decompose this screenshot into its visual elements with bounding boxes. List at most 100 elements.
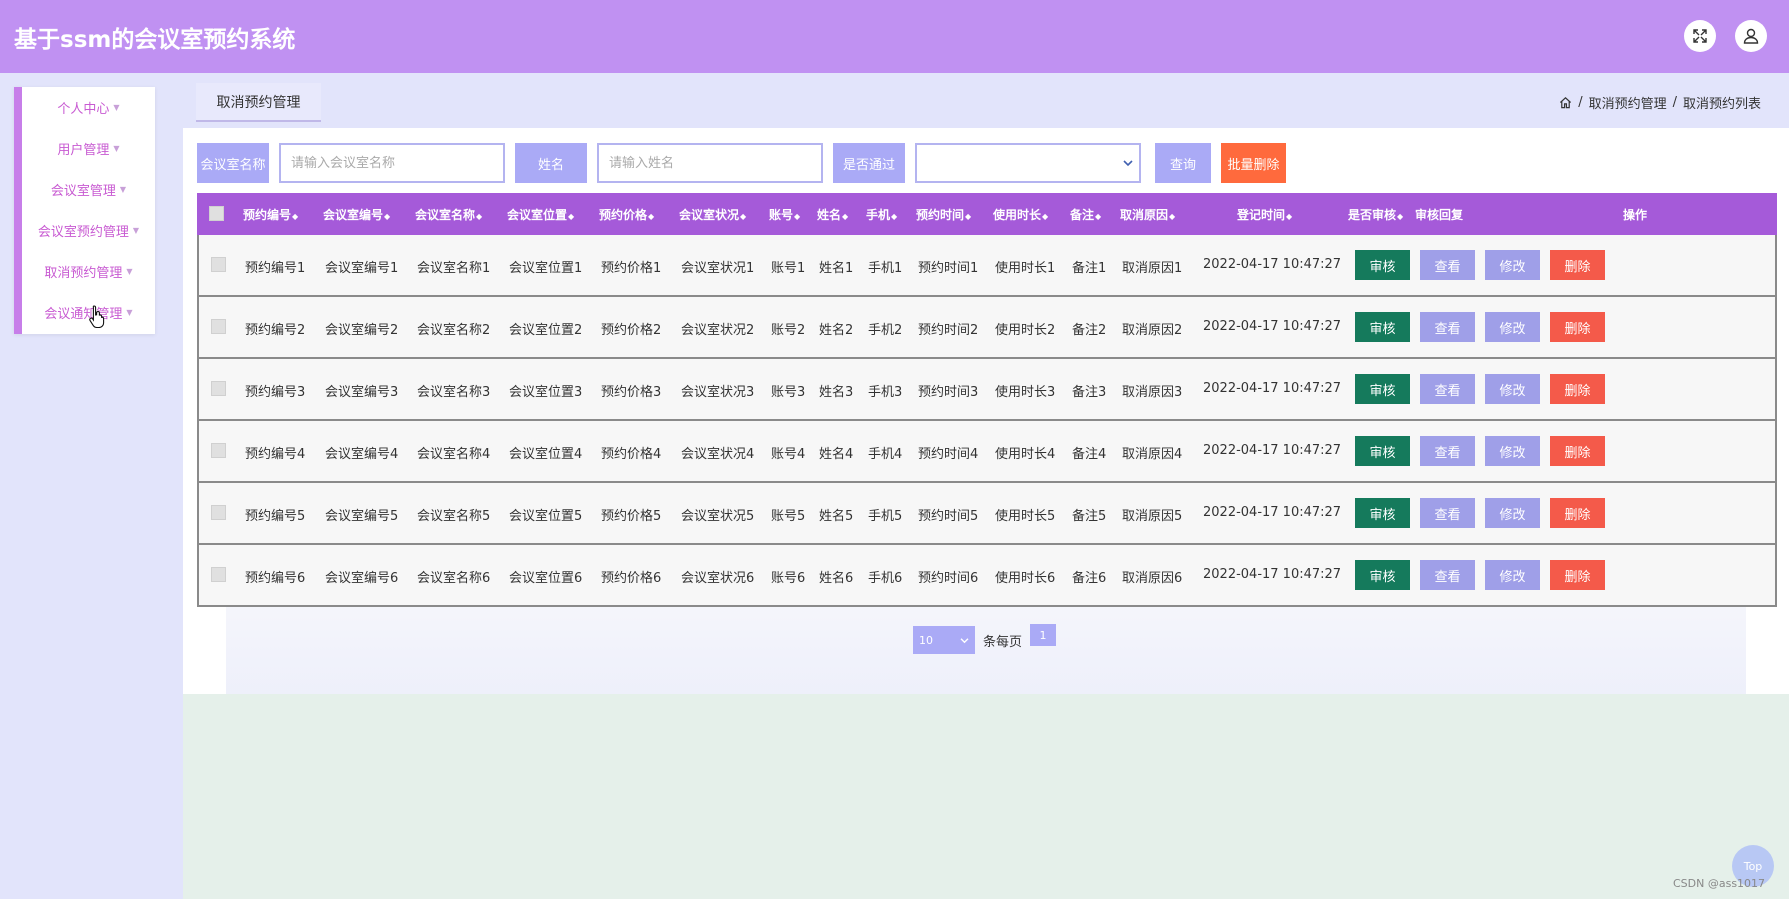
col-header[interactable]: 登记时间◆ [1237, 206, 1292, 223]
edit-button[interactable]: 修改 [1485, 250, 1540, 280]
table-cell: 使用时长1 [995, 261, 1056, 276]
table-cell: 取消原因4 [1122, 447, 1183, 462]
batch-delete-button[interactable]: 批量删除 [1221, 143, 1286, 183]
table-cell: 2022-04-17 10:47:27 [1203, 319, 1342, 334]
table-cell: 使用时长5 [995, 509, 1056, 524]
table-cell: 姓名2 [819, 323, 854, 338]
review-button[interactable]: 审核 [1355, 250, 1410, 280]
sidebar-item-cancel-booking[interactable]: 取消预约管理 ▼ [22, 251, 155, 292]
row-checkbox[interactable] [211, 319, 226, 334]
table-cell: 会议室位置4 [509, 447, 583, 462]
breadcrumb-level1[interactable]: 取消预约管理 [1589, 93, 1667, 112]
sidebar-item-user-management[interactable]: 用户管理 ▼ [22, 128, 155, 169]
name-input[interactable] [597, 143, 823, 183]
delete-button[interactable]: 删除 [1550, 560, 1605, 590]
table-cell: 使用时长2 [995, 323, 1056, 338]
review-button[interactable]: 审核 [1355, 436, 1410, 466]
col-header[interactable]: 会议室状况◆ [679, 206, 746, 223]
edit-button[interactable]: 修改 [1485, 560, 1540, 590]
col-header[interactable]: 手机◆ [866, 206, 897, 223]
user-avatar-button[interactable] [1735, 20, 1767, 52]
col-header[interactable]: 会议室位置◆ [507, 206, 574, 223]
query-button[interactable]: 查询 [1155, 143, 1211, 183]
row-checkbox[interactable] [211, 381, 226, 396]
edit-button[interactable]: 修改 [1485, 436, 1540, 466]
delete-button[interactable]: 删除 [1550, 250, 1605, 280]
fullscreen-icon [1693, 29, 1707, 43]
table-cell: 备注3 [1072, 385, 1107, 400]
edit-button[interactable]: 修改 [1485, 312, 1540, 342]
col-header[interactable]: 账号◆ [769, 206, 800, 223]
col-header: 操作 [1623, 208, 1648, 222]
col-header[interactable]: 使用时长◆ [993, 206, 1048, 223]
review-button[interactable]: 审核 [1355, 374, 1410, 404]
col-header[interactable]: 是否审核◆ [1348, 206, 1403, 223]
review-button[interactable]: 审核 [1355, 560, 1410, 590]
table-cell: 会议室编号4 [325, 447, 399, 462]
delete-button[interactable]: 删除 [1550, 374, 1605, 404]
table-cell: 预约编号3 [245, 385, 306, 400]
col-header[interactable]: 预约编号◆ [243, 206, 298, 223]
sidebar-item-personal-center[interactable]: 个人中心 ▼ [22, 87, 155, 128]
table-cell: 预约时间6 [918, 571, 979, 586]
table-cell: 备注5 [1072, 509, 1107, 524]
approved-select[interactable] [915, 143, 1141, 183]
watermark: CSDN @ass1017 [1673, 877, 1766, 890]
chevron-down-icon [960, 637, 969, 643]
select-all-checkbox[interactable] [209, 206, 224, 221]
table-cell: 2022-04-17 10:47:27 [1203, 567, 1342, 582]
page-number-button[interactable]: 1 [1030, 624, 1056, 646]
row-checkbox[interactable] [211, 567, 226, 582]
table-cell: 会议室编号2 [325, 323, 399, 338]
table-cell: 姓名6 [819, 571, 854, 586]
delete-button[interactable]: 删除 [1550, 498, 1605, 528]
table-cell: 预约价格5 [601, 509, 662, 524]
col-header[interactable]: 备注◆ [1070, 206, 1101, 223]
row-checkbox[interactable] [211, 505, 226, 520]
col-header[interactable]: 会议室编号◆ [323, 206, 390, 223]
user-icon [1743, 28, 1759, 44]
per-page-label: 条每页 [983, 635, 1023, 650]
bottom-area [183, 694, 1789, 899]
table-cell: 会议室状况5 [681, 509, 755, 524]
col-header[interactable]: 预约价格◆ [599, 206, 654, 223]
view-button[interactable]: 查看 [1420, 560, 1475, 590]
view-button[interactable]: 查看 [1420, 436, 1475, 466]
review-button[interactable]: 审核 [1355, 498, 1410, 528]
view-button[interactable]: 查看 [1420, 312, 1475, 342]
review-button[interactable]: 审核 [1355, 312, 1410, 342]
col-header[interactable]: 会议室名称◆ [415, 206, 482, 223]
view-button[interactable]: 查看 [1420, 250, 1475, 280]
sidebar-item-room-management[interactable]: 会议室管理 ▼ [22, 169, 155, 210]
sidebar-item-booking-management[interactable]: 会议室预约管理 ▼ [22, 210, 155, 251]
table-row: 预约编号6 会议室编号6 会议室名称6 会议室位置6 预约价格6 会议室状况6 账号6 姓名6… [197, 545, 1777, 607]
fullscreen-button[interactable] [1684, 20, 1716, 52]
delete-button[interactable]: 删除 [1550, 436, 1605, 466]
view-button[interactable]: 查看 [1420, 498, 1475, 528]
hand-cursor-icon [89, 305, 105, 328]
col-header[interactable]: 预约时间◆ [916, 206, 971, 223]
table-cell: 预约编号5 [245, 509, 306, 524]
page-size-select[interactable]: 10 [913, 626, 975, 654]
view-button[interactable]: 查看 [1420, 374, 1475, 404]
edit-button[interactable]: 修改 [1485, 498, 1540, 528]
sidebar-item-label: 会议通知管理 [44, 307, 123, 322]
table-cell: 会议室状况1 [681, 261, 755, 276]
delete-button[interactable]: 删除 [1550, 312, 1605, 342]
home-icon[interactable] [1559, 96, 1572, 109]
sidebar-item-label: 取消预约管理 [44, 266, 123, 281]
table-cell: 会议室状况2 [681, 323, 755, 338]
table-header: 预约编号◆ 会议室编号◆ 会议室名称◆ 会议室位置◆ 预约价格◆ 会议室状况◆ … [197, 193, 1777, 235]
col-header[interactable]: 取消原因◆ [1120, 206, 1175, 223]
table-cell: 账号1 [771, 261, 806, 276]
tab-cancel-booking[interactable]: 取消预约管理 [196, 83, 321, 122]
col-header[interactable]: 姓名◆ [817, 206, 848, 223]
table-cell: 会议室状况4 [681, 447, 755, 462]
room-name-input[interactable] [279, 143, 505, 183]
row-checkbox[interactable] [211, 257, 226, 272]
edit-button[interactable]: 修改 [1485, 374, 1540, 404]
breadcrumb: / 取消预约管理 / 取消预约列表 [1559, 93, 1761, 112]
table-cell: 姓名4 [819, 447, 854, 462]
row-checkbox[interactable] [211, 443, 226, 458]
breadcrumb-level2: 取消预约列表 [1682, 97, 1761, 112]
